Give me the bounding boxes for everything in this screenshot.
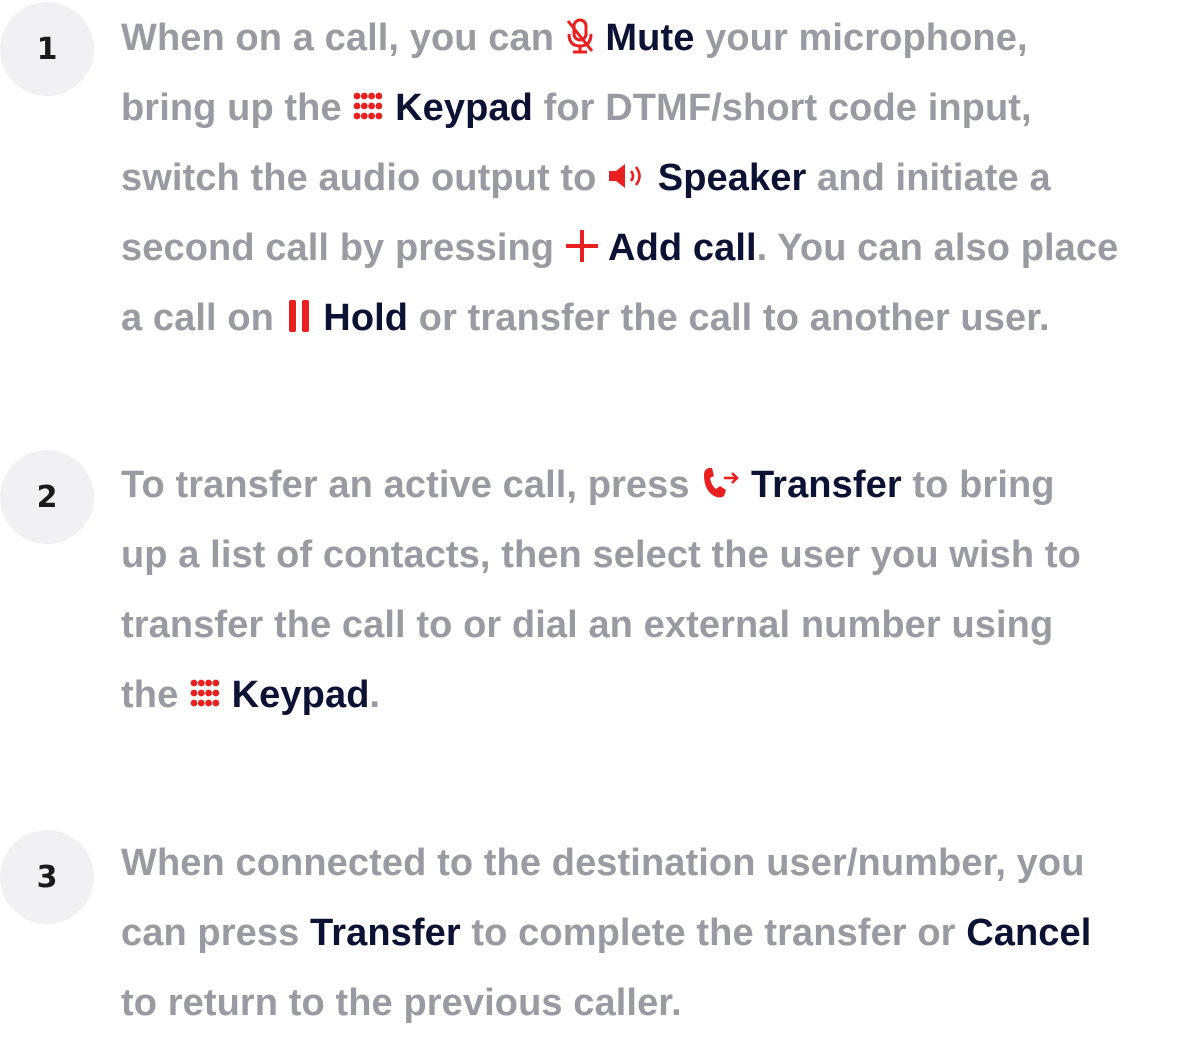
keypad-icon [352, 91, 384, 121]
step-number-badge: 1 [0, 2, 94, 96]
text-line: switch the audio output to Speaker and i… [121, 157, 1051, 199]
keypad-keyword: Keypad [231, 674, 370, 716]
keypad-icon [189, 678, 221, 708]
phone-transfer-icon [700, 466, 740, 500]
text-line: the Keypad. [121, 674, 381, 716]
text-line: up a list of contacts, then select the u… [121, 534, 1081, 576]
step-number: 1 [36, 31, 58, 67]
step-number: 2 [36, 479, 58, 515]
mute-keyword: Mute [605, 17, 695, 59]
text-line: can press Transfer to complete the trans… [121, 912, 1092, 954]
keypad-keyword: Keypad [395, 87, 533, 129]
add-call-keyword: Add call [608, 227, 757, 269]
text-line: bring up the Keypad for DTMF/short code … [121, 87, 1032, 129]
text-line: a call on Hold or transfer the call to a… [121, 297, 1050, 339]
step-number: 3 [36, 859, 58, 895]
cancel-keyword: Cancel [966, 912, 1092, 954]
text-line: When connected to the destination user/n… [121, 842, 1085, 884]
speaker-keyword: Speaker [657, 157, 807, 199]
step-number-badge: 3 [0, 830, 94, 924]
text-line: transfer the call to or dial an external… [121, 604, 1054, 646]
pause-icon [285, 299, 313, 333]
step-description: When connected to the destination user/n… [121, 828, 1181, 1038]
step-description: To transfer an active call, press Transf… [121, 450, 1181, 730]
plus-icon [565, 229, 599, 263]
hold-keyword: Hold [323, 297, 409, 339]
text-line: second call by pressing Add call. You ca… [121, 227, 1119, 269]
speaker-icon [607, 161, 647, 191]
step-number-badge: 2 [0, 450, 94, 544]
text-line: When on a call, you can Mute your microp… [121, 17, 1028, 59]
transfer-keyword: Transfer [750, 464, 902, 506]
step-description: When on a call, you can Mute your microp… [121, 3, 1181, 353]
text-line: To transfer an active call, press Transf… [121, 464, 1055, 506]
mic-muted-icon [565, 18, 595, 54]
transfer-keyword: Transfer [310, 912, 461, 954]
